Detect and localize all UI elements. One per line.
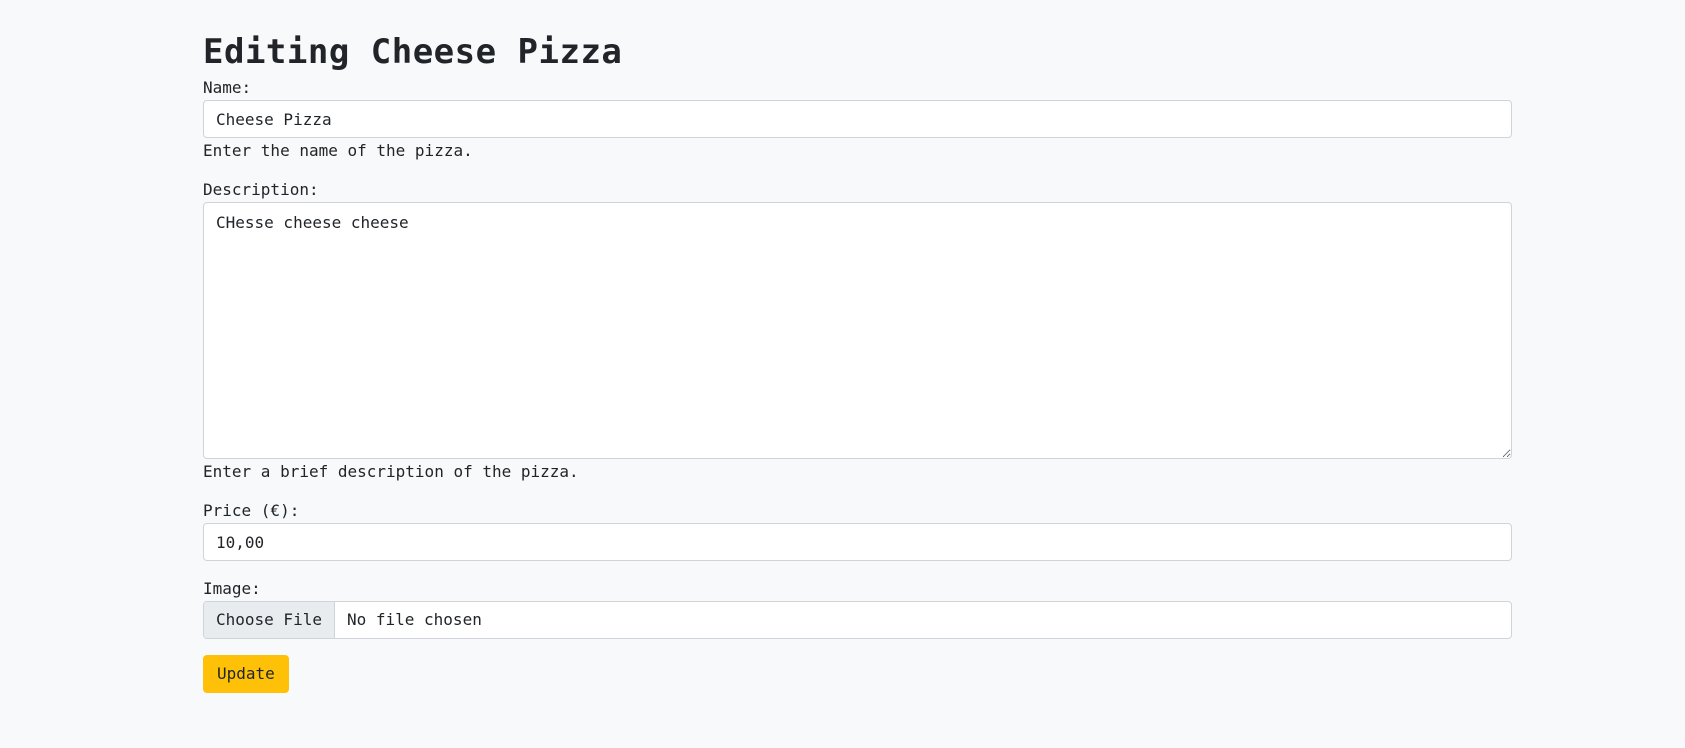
name-input[interactable] (203, 100, 1512, 138)
name-help-text: Enter the name of the pizza. (203, 141, 473, 160)
update-button[interactable]: Update (203, 655, 289, 693)
edit-pizza-form-container: Editing Cheese Pizza Name: Enter the nam… (203, 28, 1512, 693)
price-input[interactable] (203, 523, 1512, 561)
description-textarea[interactable]: CHesse cheese cheese (203, 202, 1512, 459)
description-label: Description: (203, 180, 319, 199)
choose-file-button[interactable]: Choose File (204, 602, 335, 638)
image-file-input[interactable]: Choose File No file chosen (203, 601, 1512, 639)
description-help-text: Enter a brief description of the pizza. (203, 462, 579, 481)
price-label: Price (€): (203, 501, 300, 520)
page-title: Editing Cheese Pizza (203, 32, 623, 72)
file-status-text: No file chosen (346, 610, 482, 629)
edit-pizza-form: Name: Enter the name of the pizza. Descr… (203, 76, 1512, 693)
image-label: Image: (203, 579, 261, 598)
name-label: Name: (203, 78, 252, 97)
